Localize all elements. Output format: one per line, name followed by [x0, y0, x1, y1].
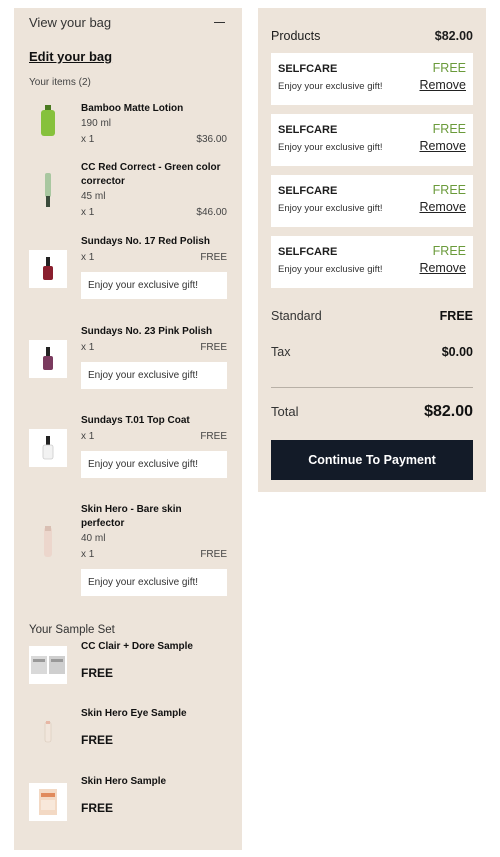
gift-message: Enjoy your exclusive gift! [278, 142, 383, 153]
order-summary-panel: Products $82.00 SELFCARE FREE Enjoy your… [258, 8, 486, 492]
remove-gift-link[interactable]: Remove [419, 78, 466, 92]
item-qty: x 1 [81, 207, 95, 218]
sample-price: FREE [81, 666, 114, 680]
gift-code-card: SELFCARE FREE Enjoy your exclusive gift!… [271, 114, 473, 166]
sample-set-title: Your Sample Set [29, 624, 115, 636]
gift-code: SELFCARE [278, 63, 338, 75]
item-name: Sundays T.01 Top Coat [81, 415, 190, 426]
item-price: FREE [200, 431, 227, 442]
products-row: Products $82.00 [271, 29, 473, 43]
gift-status: FREE [432, 183, 466, 197]
shipping-label: Standard [271, 309, 322, 323]
item-size: 190 ml [81, 118, 112, 129]
shipping-value: FREE [439, 309, 473, 323]
summary-divider [271, 387, 473, 388]
products-label: Products [271, 29, 321, 43]
remove-gift-link[interactable]: Remove [419, 200, 466, 214]
gift-code: SELFCARE [278, 185, 338, 197]
item-qty: x 1 [81, 252, 95, 263]
sample-price: FREE [81, 801, 114, 815]
gift-message: Enjoy your exclusive gift! [81, 451, 227, 478]
item-size: 40 ml [81, 533, 106, 544]
item-price: FREE [200, 549, 227, 560]
tax-row: Tax $0.00 [271, 345, 473, 359]
eye-sample-thumbnail [29, 713, 67, 751]
gift-status: FREE [432, 61, 466, 75]
gift-message: Enjoy your exclusive gift! [278, 81, 383, 92]
gift-code: SELFCARE [278, 124, 338, 136]
item-qty: x 1 [81, 134, 95, 145]
item-name: Sundays No. 23 Pink Polish [81, 326, 213, 337]
sample-name: Skin Hero Sample [81, 776, 167, 787]
item-name: CC Red Correct - Green color corrector [81, 162, 221, 187]
shipping-row: Standard FREE [271, 309, 473, 323]
item-price: FREE [200, 342, 227, 353]
item-qty: x 1 [81, 431, 95, 442]
pink-polish-thumbnail [29, 340, 67, 378]
item-qty: x 1 [81, 549, 95, 560]
item-price: $36.00 [196, 134, 227, 145]
gift-status: FREE [432, 122, 466, 136]
gift-message: Enjoy your exclusive gift! [278, 203, 383, 214]
item-name: Bamboo Matte Lotion [81, 103, 184, 114]
bamboo-lotion-thumbnail [29, 102, 67, 140]
sample-price: FREE [81, 733, 114, 747]
skin-hero-sample-thumbnail [29, 783, 67, 821]
items-count: Your items (2) [29, 77, 91, 88]
tax-label: Tax [271, 345, 291, 359]
top-coat-thumbnail [29, 429, 67, 467]
remove-gift-link[interactable]: Remove [419, 261, 466, 275]
item-name: Sundays No. 17 Red Polish [81, 236, 210, 247]
item-price: FREE [200, 252, 227, 263]
gift-code-card: SELFCARE FREE Enjoy your exclusive gift!… [271, 53, 473, 105]
item-price: $46.00 [196, 207, 227, 218]
sample-name: CC Clair + Dore Sample [81, 641, 193, 652]
products-amount: $82.00 [434, 29, 473, 43]
cc-clair-sample-thumbnail [29, 646, 67, 684]
cc-red-correct-thumbnail [29, 171, 67, 209]
gift-code: SELFCARE [278, 246, 338, 258]
tax-value: $0.00 [441, 345, 473, 359]
continue-to-payment-button[interactable]: Continue To Payment [271, 440, 473, 480]
remove-gift-link[interactable]: Remove [419, 139, 466, 153]
gift-status: FREE [432, 244, 466, 258]
gift-message: Enjoy your exclusive gift! [81, 272, 227, 299]
total-value: $82.00 [424, 403, 473, 420]
view-bag-toggle[interactable]: View your bag [29, 15, 227, 30]
total-row: Total $82.00 [271, 403, 473, 421]
red-polish-thumbnail [29, 250, 67, 288]
item-name: Skin Hero - Bare skin perfector [81, 504, 182, 529]
gift-code-card: SELFCARE FREE Enjoy your exclusive gift!… [271, 236, 473, 288]
edit-bag-link[interactable]: Edit your bag [29, 49, 112, 64]
collapse-minus-icon[interactable] [214, 21, 225, 24]
sample-name: Skin Hero Eye Sample [81, 708, 187, 719]
view-bag-title: View your bag [29, 15, 112, 30]
gift-code-card: SELFCARE FREE Enjoy your exclusive gift!… [271, 175, 473, 227]
skin-hero-thumbnail [29, 523, 67, 561]
item-size: 45 ml [81, 191, 106, 202]
item-qty: x 1 [81, 342, 95, 353]
bag-panel: View your bag Edit your bag Your items (… [14, 8, 242, 850]
gift-message: Enjoy your exclusive gift! [81, 569, 227, 596]
gift-message: Enjoy your exclusive gift! [278, 264, 383, 275]
total-label: Total [271, 404, 299, 419]
gift-message: Enjoy your exclusive gift! [81, 362, 227, 389]
